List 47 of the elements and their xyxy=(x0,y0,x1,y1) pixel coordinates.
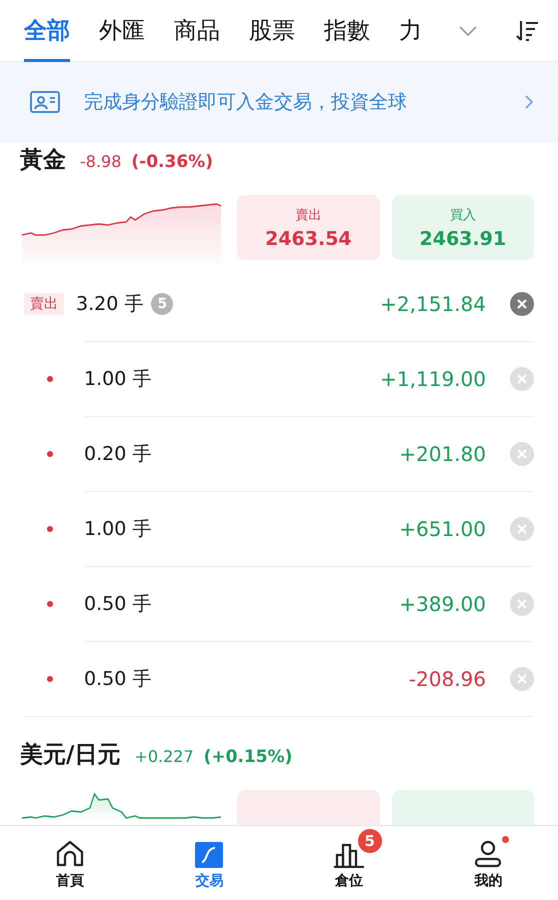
home-icon xyxy=(54,840,85,868)
profit-loss: +1,119.00 xyxy=(380,367,486,391)
lot-size: 0.20 手 xyxy=(84,442,152,467)
bullet-dot xyxy=(47,526,53,532)
category-tab[interactable]: 股票 xyxy=(249,0,295,62)
chevron-right-icon xyxy=(524,94,534,110)
price-change-percent: (-0.36%) xyxy=(131,152,213,172)
side-tag: 賣出 xyxy=(24,293,64,315)
notification-badge: 5 xyxy=(356,828,383,854)
instrument-name: 黃金 xyxy=(20,146,66,175)
close-icon[interactable] xyxy=(510,292,534,316)
profit-loss: +2,151.84 xyxy=(380,292,486,316)
bullet-dot xyxy=(47,601,53,607)
category-tab[interactable]: 外匯 xyxy=(99,0,145,62)
instrument-name: 美元/日元 xyxy=(20,740,120,770)
price-change: -8.98 xyxy=(80,152,122,171)
price-change-percent: (+0.15%) xyxy=(204,747,292,767)
nav-tab[interactable]: 我的 xyxy=(418,826,558,900)
profit-loss: +389.00 xyxy=(399,592,486,616)
banner-text: 完成身分驗證即可入金交易，投資全球 xyxy=(84,90,408,115)
category-tab[interactable]: 商品 xyxy=(174,0,220,62)
user-icon xyxy=(474,840,502,868)
bullet-dot xyxy=(47,376,53,382)
category-tab[interactable]: 指數 xyxy=(324,0,370,62)
lot-size: 0.50 手 xyxy=(84,592,152,617)
chevron-down-icon[interactable] xyxy=(458,25,478,37)
id-card-icon xyxy=(30,91,60,113)
lot-size: 1.00 手 xyxy=(84,367,152,392)
verification-banner[interactable]: 完成身分驗證即可入金交易，投資全球 xyxy=(0,62,558,142)
nav-tab[interactable]: 交易 xyxy=(140,826,279,900)
bar-chart-icon xyxy=(332,842,365,868)
profit-loss: +651.00 xyxy=(399,517,486,541)
nav-tab[interactable]: 5 倉位 xyxy=(279,826,418,900)
count-badge: 5 xyxy=(151,293,174,315)
sell-button[interactable]: 賣出 2463.54 xyxy=(237,195,380,260)
trend-curve-icon xyxy=(195,842,224,868)
nav-tab[interactable]: 首頁 xyxy=(0,826,140,900)
price-change: +0.227 xyxy=(134,747,194,766)
lot-size: 0.50 手 xyxy=(84,667,152,692)
bullet-dot xyxy=(47,676,53,682)
profit-loss: +201.80 xyxy=(399,442,486,466)
lot-size: 3.20 手 xyxy=(76,292,144,317)
bullet-dot xyxy=(47,451,53,457)
category-tab[interactable]: 力 xyxy=(399,0,422,62)
lot-size: 1.00 手 xyxy=(84,517,152,542)
profit-loss: -208.96 xyxy=(408,667,486,691)
sort-icon[interactable] xyxy=(516,19,540,43)
